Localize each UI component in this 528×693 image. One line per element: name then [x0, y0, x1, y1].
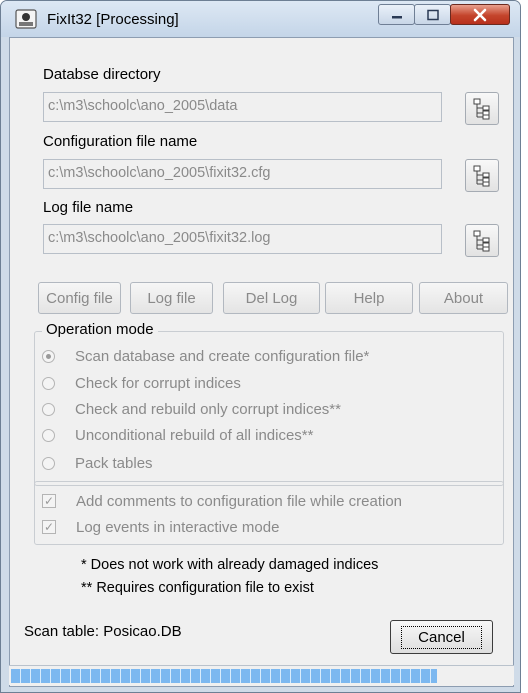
log-file-label: Log file name — [43, 199, 134, 216]
database-directory-field[interactable]: c:\m3\schoolc\ano_2005\data — [43, 92, 442, 122]
minimize-icon — [391, 15, 402, 18]
status-text: Scan table: Posicao.DB — [24, 623, 182, 640]
radio-label: Unconditional rebuild of all indices** — [75, 426, 314, 444]
log-file-button[interactable]: Log file — [130, 282, 213, 314]
database-directory-label: Databse directory — [43, 66, 161, 83]
window-title: FixIt32 [Processing] — [47, 11, 179, 28]
checkbox-label: Log events in interactive mode — [76, 518, 280, 536]
del-log-button[interactable]: Del Log — [223, 282, 320, 314]
config-file-field[interactable]: c:\m3\schoolc\ano_2005\fixit32.cfg — [43, 159, 442, 189]
radio-pack-tables[interactable]: Pack tables — [42, 453, 153, 473]
folder-tree-icon — [473, 98, 490, 120]
radio-rebuild-corrupt[interactable]: Check and rebuild only corrupt indices** — [42, 399, 341, 419]
maximize-icon — [426, 9, 439, 20]
radio-label: Check and rebuild only corrupt indices** — [75, 400, 341, 418]
maximize-button[interactable] — [414, 4, 451, 25]
radio-button[interactable] — [42, 456, 55, 470]
radio-check-corrupt[interactable]: Check for corrupt indices — [42, 373, 241, 393]
radio-scan-database[interactable]: Scan database and create configuration f… — [42, 346, 369, 366]
note-config-required: ** Requires configuration file to exist — [81, 580, 314, 596]
close-icon — [473, 8, 487, 21]
database-browse-button[interactable] — [465, 92, 499, 125]
cancel-button[interactable]: Cancel — [390, 620, 493, 654]
radio-button[interactable] — [42, 349, 55, 363]
radio-button[interactable] — [42, 402, 55, 416]
radio-rebuild-all[interactable]: Unconditional rebuild of all indices** — [42, 425, 313, 445]
operation-mode-title: Operation mode — [42, 321, 158, 338]
config-browse-button[interactable] — [465, 159, 499, 192]
about-button[interactable]: About — [419, 282, 508, 314]
config-file-label: Configuration file name — [43, 133, 198, 150]
app-window: FixIt32 [Processing] Databse directory c… — [0, 0, 521, 693]
checkbox-log-events[interactable]: ✓ Log events in interactive mode — [42, 517, 279, 537]
checkbox[interactable]: ✓ — [42, 520, 56, 534]
radio-button[interactable] — [42, 428, 55, 442]
progress-bar — [9, 665, 514, 685]
help-button[interactable]: Help — [325, 282, 413, 314]
title-bar[interactable]: FixIt32 [Processing] — [1, 1, 520, 37]
log-browse-button[interactable] — [465, 224, 499, 257]
radio-label: Pack tables — [75, 454, 153, 472]
checkbox-add-comments[interactable]: ✓ Add comments to configuration file whi… — [42, 491, 402, 511]
config-file-button[interactable]: Config file — [38, 282, 121, 314]
app-icon — [15, 9, 37, 29]
radio-button[interactable] — [42, 376, 55, 390]
radio-label: Scan database and create configuration f… — [75, 347, 370, 365]
radio-label: Check for corrupt indices — [75, 374, 241, 392]
folder-tree-icon — [473, 230, 490, 252]
minimize-button[interactable] — [378, 4, 415, 25]
progress-fill — [11, 669, 437, 683]
close-button[interactable] — [450, 4, 510, 25]
checkbox-label: Add comments to configuration file while… — [76, 492, 403, 510]
checkbox[interactable]: ✓ — [42, 494, 56, 508]
note-damaged-indices: * Does not work with already damaged ind… — [81, 557, 379, 573]
folder-tree-icon — [473, 165, 490, 187]
cancel-label: Cancel — [401, 625, 482, 649]
log-file-field[interactable]: c:\m3\schoolc\ano_2005\fixit32.log — [43, 224, 442, 254]
